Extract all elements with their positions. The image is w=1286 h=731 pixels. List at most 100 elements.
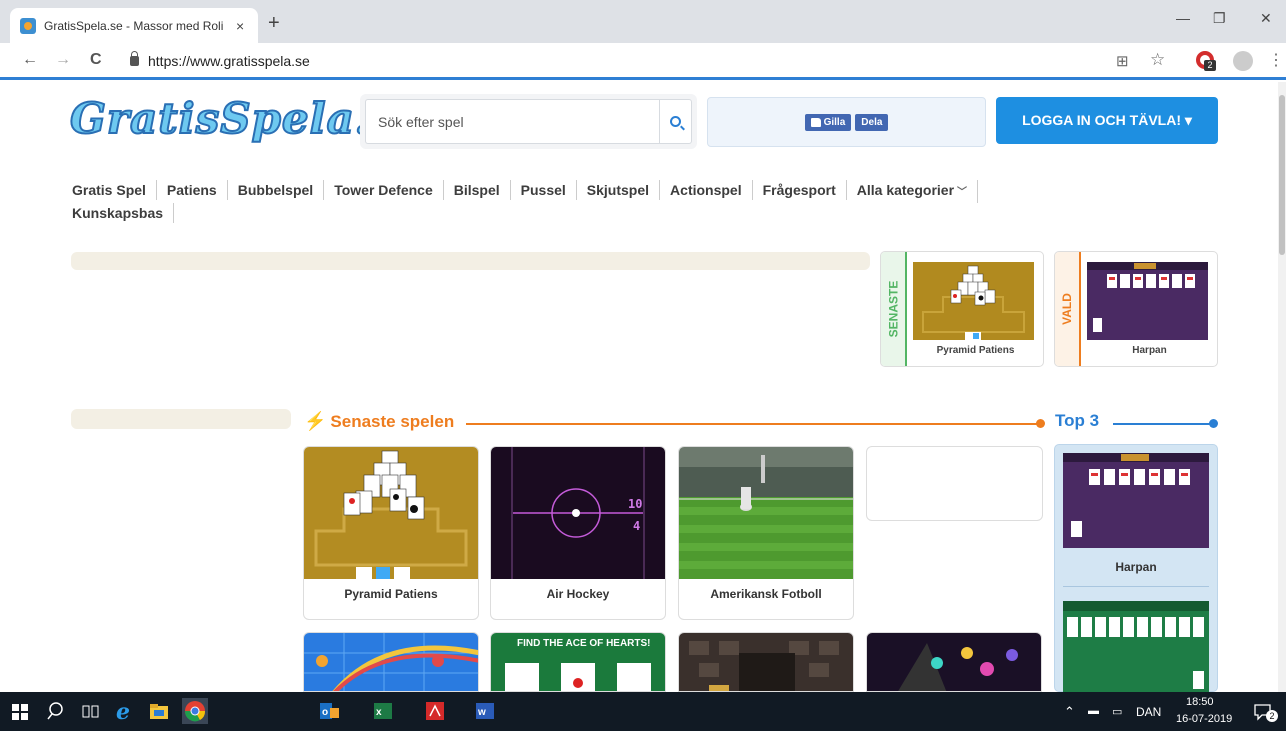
game-card-row2-1[interactable] xyxy=(303,632,479,692)
featured-chosen-card[interactable]: VALD Harpan xyxy=(1054,251,1218,367)
nav-item-bilspel[interactable]: Bilspel xyxy=(444,180,511,200)
nav-item-patiens[interactable]: Patiens xyxy=(157,180,228,200)
game-card-row2-2[interactable]: FIND THE ACE OF HEARTS! xyxy=(490,632,666,692)
latest-games-divider xyxy=(466,423,1040,425)
tab-close-icon[interactable]: × xyxy=(236,18,244,34)
login-button[interactable]: LOGGA IN OCH TÄVLA! ▾ xyxy=(996,97,1218,144)
search-icon[interactable] xyxy=(46,700,68,722)
tab-title: GratisSpela.se - Massor med Roli xyxy=(44,18,224,33)
internet-explorer-icon[interactable]: e xyxy=(114,700,136,722)
maximize-button[interactable]: ❐ xyxy=(1213,10,1226,27)
site-favicon-icon xyxy=(20,17,36,34)
file-explorer-icon[interactable] xyxy=(148,700,170,722)
chosen-tag: VALD xyxy=(1055,252,1081,366)
top3-divider xyxy=(1113,423,1211,425)
latest-tag: SENASTE xyxy=(881,252,907,366)
back-button[interactable]: ← xyxy=(22,51,38,69)
social-box: Gilla Dela xyxy=(707,97,986,147)
top3-spider-thumbnail[interactable] xyxy=(1063,601,1209,692)
game-card-title: Air Hockey xyxy=(546,587,610,601)
game-banner-text: FIND THE ACE OF HEARTS! xyxy=(517,638,651,649)
logo-text: GratisSpela! xyxy=(69,93,375,144)
lightning-bolt-icon: ⚡ xyxy=(304,411,327,431)
air-hockey-score-top: 10 xyxy=(628,497,643,511)
featured-latest-title: Pyramid Patiens xyxy=(936,345,1015,356)
nav-item-actionspel[interactable]: Actionspel xyxy=(660,180,753,200)
top3-title: Top 3 xyxy=(1055,411,1100,430)
air-hockey-score-bottom: 4 xyxy=(633,519,641,533)
input-language[interactable]: DAN xyxy=(1136,705,1161,719)
facebook-like-label: Gilla xyxy=(823,116,846,128)
search-icon xyxy=(670,116,681,127)
profile-avatar-icon[interactable] xyxy=(1233,51,1253,71)
chrome-icon[interactable] xyxy=(182,698,208,724)
acrobat-icon[interactable] xyxy=(424,700,446,722)
windows-start-icon[interactable] xyxy=(12,704,28,720)
game-card-title: Amerikansk Fotboll xyxy=(710,587,822,601)
site-logo[interactable]: GratisSpela! xyxy=(69,93,374,154)
harpan-thumbnail xyxy=(1087,262,1208,340)
nav-item-alla-kategorier-label: Alla kategorier xyxy=(856,182,955,198)
url-field[interactable]: https://www.gratisspela.se xyxy=(148,53,310,69)
game-card-amerikansk-fotboll[interactable]: Amerikansk Fotboll xyxy=(678,446,854,620)
game-thumbnail-rainbow xyxy=(304,633,478,691)
extension-badge: 2 xyxy=(1204,60,1216,71)
excel-icon[interactable]: x xyxy=(372,700,394,722)
clock-time[interactable]: 18:50 xyxy=(1186,696,1214,708)
top3-harpan-thumbnail[interactable] xyxy=(1063,453,1209,548)
game-card-row2-4[interactable] xyxy=(866,632,1042,692)
svg-text:e: e xyxy=(116,700,130,722)
new-tab-button[interactable]: + xyxy=(268,12,280,35)
latest-games-heading: ⚡ Senaste spelen xyxy=(304,411,454,432)
game-card-row2-3[interactable] xyxy=(678,632,854,692)
facebook-like-button[interactable]: Gilla xyxy=(804,113,852,131)
bookmark-star-icon[interactable]: ☆ xyxy=(1150,50,1165,70)
top3-separator xyxy=(1063,586,1209,587)
reload-button[interactable]: C xyxy=(90,51,102,69)
featured-latest-card[interactable]: SENASTE Pyramid Patiens xyxy=(880,251,1044,367)
category-nav: Gratis Spel Patiens Bubbelspel Tower Defenc… xyxy=(72,180,1202,223)
facebook-share-button[interactable]: Dela xyxy=(855,113,889,131)
game-card-air-hockey[interactable]: 10 4 Air Hockey xyxy=(490,446,666,620)
pyramid-patiens-thumbnail xyxy=(913,262,1034,340)
ad-placeholder-side xyxy=(71,409,291,429)
tray-up-arrow-icon[interactable]: ⌃ xyxy=(1064,704,1075,720)
search-input[interactable] xyxy=(365,99,659,144)
browser-tabbar: GratisSpela.se - Massor med Roli × + — ❐… xyxy=(0,0,1286,43)
latest-games-divider-dot xyxy=(1036,419,1045,428)
nav-item-gratis-spel[interactable]: Gratis Spel xyxy=(72,180,157,200)
search-button[interactable] xyxy=(659,99,692,144)
nav-item-pussel[interactable]: Pussel xyxy=(511,180,577,200)
top3-panel: Harpan xyxy=(1054,444,1218,692)
nav-item-alla-kategorier[interactable]: Alla kategorier ﹀ xyxy=(847,180,979,203)
featured-chosen-title: Harpan xyxy=(1132,345,1167,356)
page-scrollbar-thumb[interactable] xyxy=(1279,95,1285,255)
american-football-card-thumbnail xyxy=(679,447,853,579)
task-view-icon[interactable] xyxy=(80,700,102,722)
latest-tag-label: SENASTE xyxy=(886,280,900,338)
outlook-icon[interactable]: o xyxy=(318,700,340,722)
nav-item-bubbelspel[interactable]: Bubbelspel xyxy=(228,180,325,200)
svg-text:x: x xyxy=(376,707,382,718)
translate-icon[interactable]: ⊞ xyxy=(1116,52,1129,70)
game-card-pyramid-patiens[interactable]: Pyramid Patiens xyxy=(303,446,479,620)
air-hockey-card-thumbnail xyxy=(491,447,665,579)
browser-tab[interactable]: GratisSpela.se - Massor med Roli × xyxy=(10,8,258,43)
top3-divider-dot xyxy=(1209,419,1218,428)
tray-display-icon[interactable]: ▭ xyxy=(1112,705,1122,718)
browser-menu-icon[interactable]: ⋮ xyxy=(1268,50,1284,70)
nav-item-fragesport[interactable]: Frågesport xyxy=(753,180,847,200)
nav-item-kunskapsbas[interactable]: Kunskapsbas xyxy=(72,203,175,223)
clock-date[interactable]: 16-07-2019 xyxy=(1176,713,1232,725)
latest-games-title: Senaste spelen xyxy=(330,411,455,431)
forward-button[interactable]: → xyxy=(55,51,71,69)
nav-item-skjutspel[interactable]: Skjutspel xyxy=(577,180,661,200)
top3-first-title[interactable]: Harpan xyxy=(1055,560,1217,574)
minimize-button[interactable]: — xyxy=(1176,10,1190,26)
word-icon[interactable]: w xyxy=(474,700,496,722)
notification-count-badge: 2 xyxy=(1266,710,1278,722)
thumbs-up-icon xyxy=(810,117,821,127)
close-window-button[interactable]: ✕ xyxy=(1260,10,1272,27)
tray-network-icon[interactable]: ▬ xyxy=(1088,705,1099,717)
nav-item-tower-defence[interactable]: Tower Defence xyxy=(324,180,444,200)
